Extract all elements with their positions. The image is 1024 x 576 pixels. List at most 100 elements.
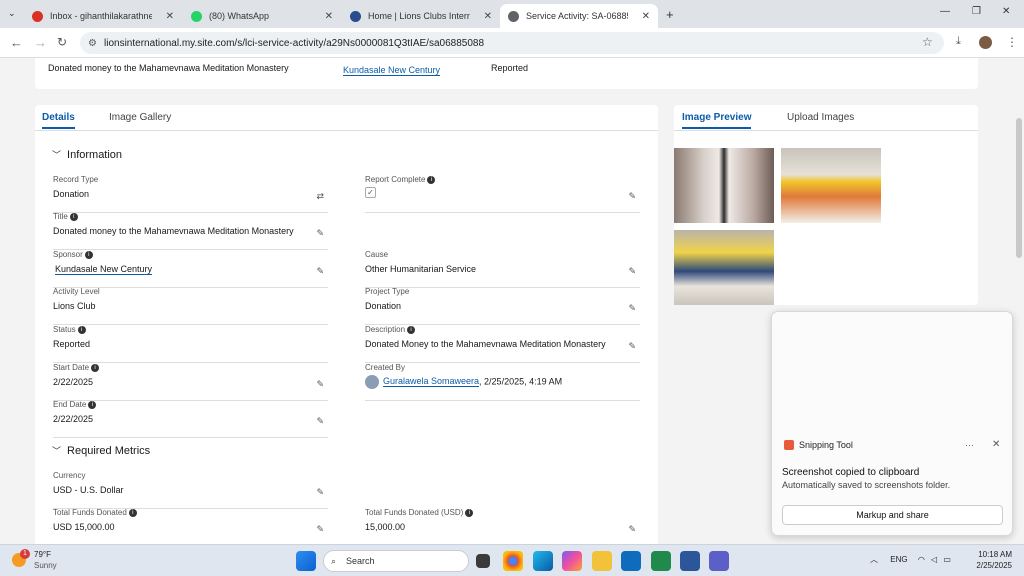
forward-button[interactable]: →: [34, 35, 47, 50]
image-thumbnail[interactable]: [674, 148, 774, 223]
highlight-sponsor-link[interactable]: Kundasale New Century: [343, 65, 441, 76]
chevron-up-icon[interactable]: ︿: [870, 555, 878, 564]
info-icon[interactable]: i: [407, 325, 416, 334]
field-description: Description i Donated Money to the Mahame…: [365, 325, 640, 363]
toast-title: Screenshot copied to clipboard: [782, 467, 920, 478]
menu-icon[interactable]: ⋮: [1006, 35, 1018, 49]
details-card: Details Image Gallery ﹀ Information Reco…: [35, 105, 658, 544]
close-icon[interactable]: ✕: [992, 439, 1000, 450]
outlook-icon[interactable]: [621, 551, 641, 571]
clock[interactable]: 10:18 AM 2/25/2025: [968, 549, 1012, 571]
image-thumbnail[interactable]: [781, 148, 881, 223]
more-options-icon[interactable]: ···: [965, 440, 974, 450]
edit-pencil-icon[interactable]: ✎: [316, 266, 324, 277]
browser-tab-strip: ⌄ Inbox - gihanthilakarathne040€ ✕ (80) …: [0, 0, 1024, 28]
battery-icon[interactable]: ▭: [943, 555, 951, 564]
field-sponsor: Sponsor i Kundasale New Century ✎: [53, 250, 328, 288]
field-total-funds-donated: Total Funds Donated i USD 15,000.00 ✎: [53, 508, 328, 544]
copilot-icon[interactable]: [562, 551, 582, 571]
windows-start-icon[interactable]: [296, 551, 316, 571]
address-bar[interactable]: ⚙ lionsinternational.my.site.com/s/lci-s…: [80, 32, 944, 54]
language-indicator[interactable]: ENG: [890, 555, 907, 564]
new-tab-button[interactable]: +: [666, 7, 674, 22]
section-information-header[interactable]: ﹀ Information: [52, 148, 122, 161]
tab-lions-home[interactable]: Home | Lions Clubs Internationa ✕: [342, 4, 500, 28]
field-title: Title i Donated money to the Mahamevnawa …: [53, 212, 328, 250]
image-thumbnail[interactable]: [674, 230, 774, 305]
tab-service-activity[interactable]: Service Activity: SA-06885088 ✕: [500, 4, 658, 28]
change-record-type-icon[interactable]: ⇄: [316, 191, 324, 202]
section-required-metrics-header[interactable]: ﹀ Required Metrics: [52, 444, 150, 457]
task-view-icon[interactable]: [476, 554, 490, 568]
info-icon[interactable]: i: [69, 212, 78, 221]
system-tray: ︿ ENG ◠ ◁ ▭: [870, 554, 951, 565]
info-icon[interactable]: i: [88, 400, 97, 409]
field-created-by: Created By Guralawela Somaweera, 2/25/20…: [365, 363, 640, 401]
lions-icon: [350, 10, 361, 22]
taskbar-search[interactable]: ⌕ Search: [323, 550, 469, 572]
field-report-complete: Report Complete i ✓ ✎: [365, 175, 640, 213]
reload-button[interactable]: ↻: [57, 35, 67, 49]
info-icon[interactable]: i: [77, 325, 86, 334]
highlights-card: Donated money to the Mahamevnawa Meditat…: [35, 58, 978, 89]
minimize-button[interactable]: —: [940, 6, 950, 17]
site-info-icon[interactable]: ⚙: [88, 38, 97, 49]
profile-avatar[interactable]: [979, 36, 992, 49]
field-end-date: End Date i 2/22/2025 ✎: [53, 400, 328, 438]
chevron-down-icon: ﹀: [52, 446, 62, 456]
info-icon[interactable]: i: [84, 250, 93, 259]
tab-upload-images[interactable]: Upload Images: [787, 112, 854, 123]
edit-pencil-icon[interactable]: ✎: [628, 303, 636, 314]
tab-image-preview[interactable]: Image Preview: [682, 112, 752, 129]
wifi-icon[interactable]: ◠: [918, 555, 925, 564]
edit-pencil-icon[interactable]: ✎: [628, 266, 636, 277]
details-tabs: Details Image Gallery: [35, 105, 658, 131]
field-cause: Cause Other Humanitarian Service ✎: [365, 250, 640, 288]
edit-pencil-icon[interactable]: ✎: [628, 524, 636, 535]
restore-button[interactable]: ❐: [972, 6, 981, 17]
download-icon[interactable]: ⤓: [956, 35, 961, 48]
volume-icon[interactable]: ◁: [931, 555, 937, 564]
page-scrollbar[interactable]: [1014, 58, 1024, 544]
excel-icon[interactable]: [651, 551, 671, 571]
edit-pencil-icon[interactable]: ✎: [316, 228, 324, 239]
created-by-user-link[interactable]: Guralawela Somaweera: [383, 376, 480, 388]
word-icon[interactable]: [680, 551, 700, 571]
tab-list-icon[interactable]: ⌄: [8, 8, 16, 19]
edit-pencil-icon[interactable]: ✎: [628, 341, 636, 352]
info-icon[interactable]: i: [465, 508, 474, 517]
edit-pencil-icon[interactable]: ✎: [316, 524, 324, 535]
edge-icon[interactable]: [533, 551, 553, 571]
edit-pencil-icon[interactable]: ✎: [316, 487, 324, 498]
edit-pencil-icon[interactable]: ✎: [316, 416, 324, 427]
scrollbar-thumb[interactable]: [1016, 118, 1022, 258]
whatsapp-icon: [191, 10, 202, 22]
info-icon[interactable]: i: [128, 508, 137, 517]
sponsor-link[interactable]: Kundasale New Century: [55, 264, 153, 275]
tab-image-gallery[interactable]: Image Gallery: [109, 112, 171, 123]
tab-details[interactable]: Details: [42, 112, 75, 129]
close-icon[interactable]: ✕: [484, 11, 492, 22]
close-icon[interactable]: ✕: [325, 11, 333, 22]
close-icon[interactable]: ✕: [166, 11, 174, 22]
info-icon[interactable]: i: [91, 363, 100, 372]
highlight-title: Donated money to the Mahamevnawa Meditat…: [48, 63, 289, 73]
tab-whatsapp[interactable]: (80) WhatsApp ✕: [183, 4, 341, 28]
file-explorer-icon[interactable]: [592, 551, 612, 571]
edit-pencil-icon[interactable]: ✎: [628, 191, 636, 202]
chrome-icon[interactable]: [503, 551, 523, 571]
edit-pencil-icon[interactable]: ✎: [316, 379, 324, 390]
window-close-button[interactable]: ✕: [1002, 6, 1010, 17]
back-button[interactable]: ←: [10, 35, 23, 50]
teams-icon[interactable]: [709, 551, 729, 571]
image-preview-card: Image Preview Upload Images: [674, 105, 978, 305]
taskbar: 1 79°F Sunny ⌕ Search ︿ ENG ◠ ◁ ▭ 10:18 …: [0, 544, 1024, 576]
bookmark-star-icon[interactable]: ☆: [922, 35, 933, 49]
tab-gmail[interactable]: Inbox - gihanthilakarathne040€ ✕: [24, 4, 182, 28]
markup-and-share-button[interactable]: Markup and share: [782, 505, 1003, 525]
info-icon[interactable]: i: [427, 175, 436, 184]
close-icon[interactable]: ✕: [642, 11, 650, 22]
preview-tabs: Image Preview Upload Images: [674, 105, 978, 131]
report-complete-checkbox[interactable]: ✓: [365, 187, 376, 198]
field-status: Status i Reported: [53, 325, 328, 363]
